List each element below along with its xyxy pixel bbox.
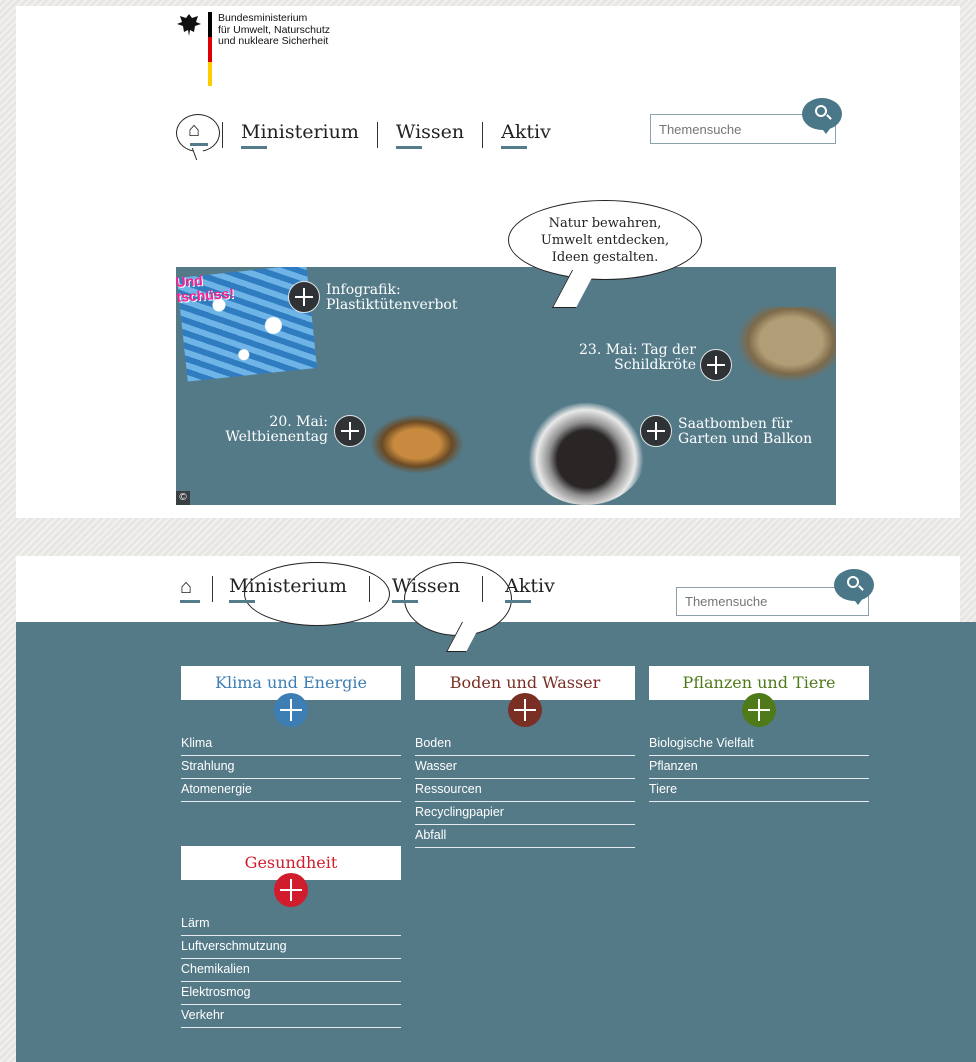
und-tschuess-label: Und tschüss! xyxy=(176,272,235,305)
teaser-label-saatbomben[interactable]: Saatbomben für Garten und Balkon xyxy=(678,417,812,447)
category-pflanzen-tiere: Pflanzen und Tiere Biologische Vielfalt … xyxy=(649,666,869,802)
category-boden-wasser: Boden und Wasser Boden Wasser Ressourcen… xyxy=(415,666,635,848)
list-item[interactable]: Atomenergie xyxy=(181,779,401,802)
mega-menu-view: ⌂ Ministerium Wissen Aktiv Klima und Ene… xyxy=(16,556,976,1062)
list-item[interactable]: Wasser xyxy=(415,756,635,779)
teaser-label-bienentag[interactable]: 20. Mai: Weltbienentag xyxy=(216,415,328,445)
list-item[interactable]: Klima xyxy=(181,733,401,756)
teaser-stage: Und tschüss! Infografik: Plastiktütenver… xyxy=(176,267,836,505)
nav-ministerium[interactable]: Ministerium xyxy=(229,575,347,603)
category-klima-energie: Klima und Energie Klima Strahlung Atomen… xyxy=(181,666,401,802)
search-button[interactable] xyxy=(802,98,842,134)
list-item[interactable]: Abfall xyxy=(415,825,635,848)
bee-image[interactable] xyxy=(362,409,472,479)
teaser-plus-button[interactable] xyxy=(288,281,320,313)
nav-wissen[interactable]: Wissen xyxy=(395,121,464,149)
list-item[interactable]: Lärm xyxy=(181,913,401,936)
ministry-name: Bundesministerium für Umwelt, Naturschut… xyxy=(218,12,331,47)
home-icon: ⌂ xyxy=(180,576,193,598)
slogan-bubble: Natur bewahren, Umwelt entdecken, Ideen … xyxy=(508,200,702,280)
list-item[interactable]: Elektrosmog xyxy=(181,982,401,1005)
list-item[interactable]: Boden xyxy=(415,733,635,756)
list-item[interactable]: Luftverschmutzung xyxy=(181,936,401,959)
category-plus-icon[interactable] xyxy=(274,693,308,727)
mega-menu-panel: Klima und Energie Klima Strahlung Atomen… xyxy=(16,622,976,1062)
homepage-view: Bundesministerium für Umwelt, Naturschut… xyxy=(16,6,960,518)
list-item[interactable]: Recyclingpapier xyxy=(415,802,635,825)
main-nav: ⌂ Ministerium Wissen Aktiv xyxy=(178,574,555,604)
nav-ministerium[interactable]: Ministerium xyxy=(241,121,359,149)
home-icon: ⌂ xyxy=(188,119,201,141)
turtle-image[interactable] xyxy=(736,307,836,383)
list-item[interactable]: Biologische Vielfalt xyxy=(649,733,869,756)
category-plus-icon[interactable] xyxy=(742,693,776,727)
nav-aktiv[interactable]: Aktiv xyxy=(501,121,551,149)
main-nav: ⌂ Ministerium Wissen Aktiv xyxy=(176,110,551,160)
seedbombs-image[interactable] xyxy=(526,403,646,505)
search-button[interactable] xyxy=(834,569,874,605)
category-plus-icon[interactable] xyxy=(508,693,542,727)
list-item[interactable]: Strahlung xyxy=(181,756,401,779)
teaser-plus-button[interactable] xyxy=(640,415,672,447)
category-plus-icon[interactable] xyxy=(274,873,308,907)
teaser-label-plastik[interactable]: Infografik: Plastiktütenverbot xyxy=(326,283,458,313)
list-item[interactable]: Ressourcen xyxy=(415,779,635,802)
flag-bar xyxy=(208,12,212,86)
teaser-plus-button[interactable] xyxy=(700,349,732,381)
home-button[interactable]: ⌂ xyxy=(176,110,222,160)
list-item[interactable]: Tiere xyxy=(649,779,869,802)
list-item[interactable]: Chemikalien xyxy=(181,959,401,982)
copyright-badge[interactable]: © xyxy=(176,491,190,505)
teaser-label-schildkroete[interactable]: 23. Mai: Tag der Schildkröte xyxy=(576,343,696,373)
home-button[interactable]: ⌂ xyxy=(178,574,204,604)
list-item[interactable]: Pflanzen xyxy=(649,756,869,779)
category-gesundheit: Gesundheit Lärm Luftverschmutzung Chemik… xyxy=(181,846,401,1028)
nav-wissen[interactable]: Wissen xyxy=(391,575,460,603)
ministry-logo[interactable]: Bundesministerium für Umwelt, Naturschut… xyxy=(176,12,376,90)
nav-aktiv[interactable]: Aktiv xyxy=(505,575,555,603)
list-item[interactable]: Verkehr xyxy=(181,1005,401,1028)
federal-eagle-icon xyxy=(177,14,201,36)
